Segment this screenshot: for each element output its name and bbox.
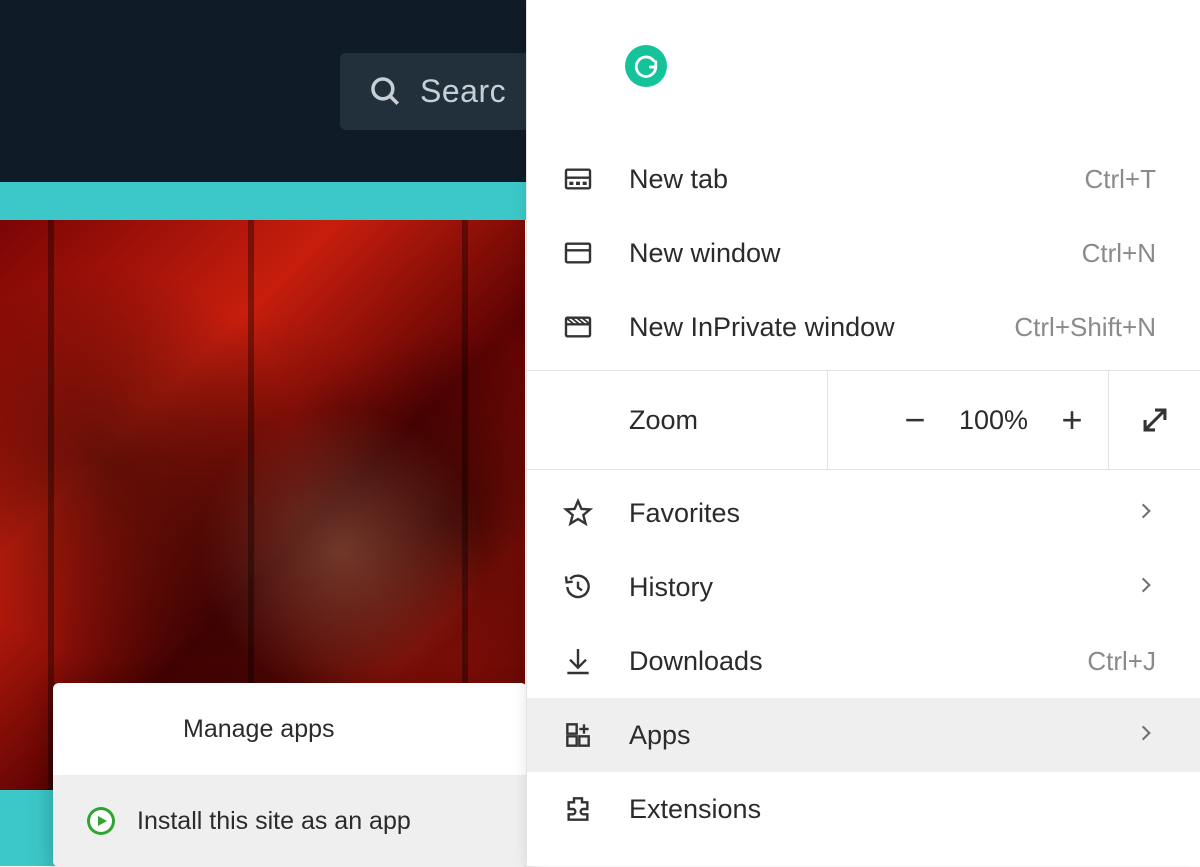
menu-shortcut: Ctrl+J xyxy=(1087,646,1156,677)
play-green-icon xyxy=(87,807,115,835)
menu-item-new-window[interactable]: New window Ctrl+N xyxy=(527,216,1200,290)
chevron-right-icon xyxy=(1136,575,1156,600)
menu-label: New tab xyxy=(629,164,1085,195)
new-tab-icon xyxy=(527,163,629,195)
menu-shortcut: Ctrl+T xyxy=(1085,164,1157,195)
menu-item-apps[interactable]: Apps xyxy=(527,698,1200,772)
menu-label: New InPrivate window xyxy=(629,312,1014,343)
menu-item-extensions[interactable]: Extensions xyxy=(527,772,1200,846)
menu-label: Extensions xyxy=(629,794,1156,825)
menu-item-favorites[interactable]: Favorites xyxy=(527,476,1200,550)
apps-icon xyxy=(527,719,629,751)
extensions-icon xyxy=(527,793,629,825)
history-icon xyxy=(527,571,629,603)
submenu-item-install-app[interactable]: Install this site as an app xyxy=(53,775,527,867)
submenu-item-manage-apps[interactable]: Manage apps xyxy=(53,683,527,775)
zoom-row: Zoom − 100% + xyxy=(527,370,1200,470)
menu-label: Apps xyxy=(629,720,1136,751)
menu-item-downloads[interactable]: Downloads Ctrl+J xyxy=(527,624,1200,698)
chevron-right-icon xyxy=(1136,501,1156,526)
zoom-value: 100% xyxy=(945,405,1042,436)
menu-label: Favorites xyxy=(629,498,1136,529)
submenu-label: Install this site as an app xyxy=(137,807,411,836)
menu-item-history[interactable]: History xyxy=(527,550,1200,624)
menu-label: History xyxy=(629,572,1136,603)
apps-submenu: Manage apps Install this site as an app xyxy=(53,683,527,867)
menu-item-inprivate[interactable]: New InPrivate window Ctrl+Shift+N xyxy=(527,290,1200,364)
zoom-out-button[interactable]: − xyxy=(885,390,945,450)
chevron-right-icon xyxy=(1136,723,1156,748)
window-icon xyxy=(527,237,629,269)
zoom-label: Zoom xyxy=(527,405,827,436)
fullscreen-icon xyxy=(1138,403,1172,437)
fullscreen-button[interactable] xyxy=(1108,371,1200,469)
grammarly-icon[interactable] xyxy=(625,45,667,87)
menu-label: New window xyxy=(629,238,1082,269)
submenu-label: Manage apps xyxy=(183,715,335,744)
download-icon xyxy=(527,645,629,677)
menu-shortcut: Ctrl+Shift+N xyxy=(1014,312,1156,343)
inprivate-icon xyxy=(527,311,629,343)
search-icon xyxy=(368,74,402,108)
zoom-in-button[interactable]: + xyxy=(1042,390,1102,450)
menu-shortcut: Ctrl+N xyxy=(1082,238,1156,269)
menu-item-new-tab[interactable]: New tab Ctrl+T xyxy=(527,142,1200,216)
browser-menu: New tab Ctrl+T New window Ctrl+N New InP… xyxy=(526,0,1200,866)
star-icon xyxy=(527,497,629,529)
search-placeholder: Searc xyxy=(420,73,506,110)
menu-label: Downloads xyxy=(629,646,1087,677)
